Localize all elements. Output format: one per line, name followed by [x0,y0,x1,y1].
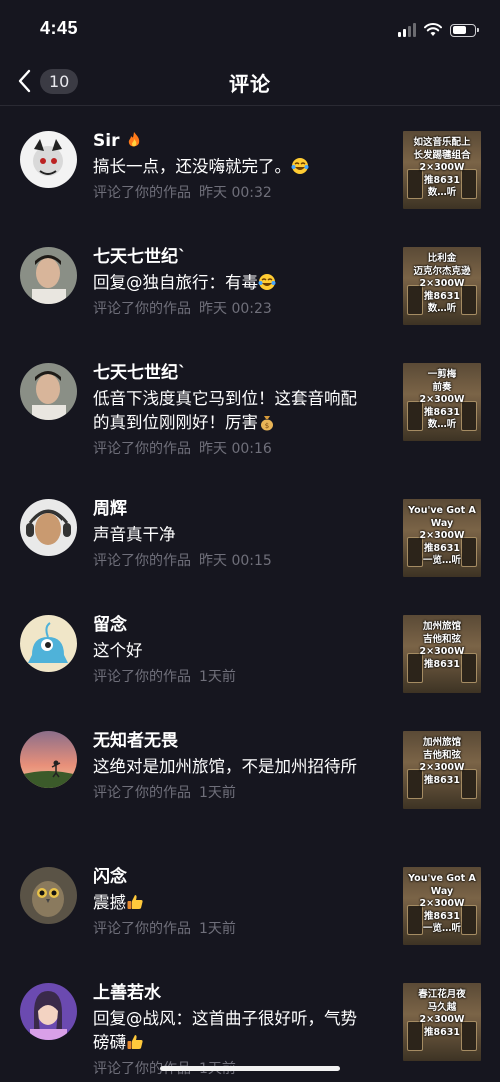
laugh-tears-icon [291,158,309,174]
comment-text: 低音下浅度真它马到位！这套音响配的真到位刚刚好！厉害 $ [93,389,357,432]
video-thumbnail[interactable]: 加州旅馆 吉他和弦 2×300W 推8631 [403,731,481,809]
comment-text: 搞长一点，还没嗨就完了。 [93,155,365,179]
username[interactable]: 七天七世纪` [93,361,365,385]
username[interactable]: 无知者无畏 [93,729,365,753]
comment-list: Sir 搞长一点，还没嗨就完了。 评论了你的作品 昨天 00:32 如这音乐配上 … [0,107,500,1082]
username[interactable]: 留念 [93,613,365,637]
list-item[interactable]: 周辉 声音真干净 评论了你的作品 昨天 00:15 You've Got A Wa… [0,475,500,591]
comment-meta: 评论了你的作品1天前 [93,785,236,801]
status-bar: 4:45 [0,0,500,56]
username[interactable]: Sir [93,129,365,153]
avatar[interactable] [20,131,77,188]
username[interactable]: 闪念 [93,865,365,889]
video-thumbnail[interactable]: You've Got A Way 2×300W 推8631 一览…听 [403,499,481,577]
comment-text: 回复@战风：这首曲子很好听，气势磅礴 [93,1009,357,1052]
money-bag-icon: $ [261,416,273,431]
video-thumbnail[interactable]: 加州旅馆 吉他和弦 2×300W 推8631 [403,615,481,693]
video-thumbnail[interactable]: 如这音乐配上 长发踢毽组合 2×300W 推8631 数…听 [403,131,481,209]
list-item[interactable]: 无知者无畏 这绝对是加州旅馆，不是加州招待所 评论了你的作品 1天前 加州旅馆 吉… [0,707,500,843]
comment-meta: 评论了你的作品 昨天 00:32 [93,185,272,201]
page-title: 评论 [229,72,271,96]
avatar[interactable] [20,247,77,304]
list-item[interactable]: 上善若水 回复@战风：这首曲子很好听，气势磅礴 评论了你的作品1天前 春江花月夜… [0,959,500,1082]
fire-icon [129,132,140,147]
avatar[interactable] [20,499,77,556]
comment-meta: 评论了你的作品 昨天 00:15 [93,553,272,569]
avatar[interactable] [20,983,77,1040]
list-item[interactable]: 留念 这个好 评论了你的作品 1天前 加州旅馆 吉他和弦 2×300W 推8631 [0,591,500,707]
cellular-signal-icon [398,23,416,37]
comment-text: 声音真干净 [93,525,176,544]
comment-meta: 评论了你的作品1天前 [93,669,236,685]
svg-text:$: $ [265,422,269,430]
list-item[interactable]: 闪念 震撼 评论了你的作品 1天前 You've Got A Way 2×300W… [0,843,500,959]
avatar[interactable] [20,615,77,672]
video-thumbnail[interactable]: 一剪梅 前奏 2×300W 推8631 数…听 [403,363,481,441]
comment-text: 这个好 [93,641,143,660]
status-time: 4:45 [40,18,79,38]
laugh-tears-icon [258,274,276,290]
comment-text: 震撼 [93,891,365,915]
username[interactable]: 七天七世纪` [93,245,365,269]
list-item[interactable]: Sir 搞长一点，还没嗨就完了。 评论了你的作品 昨天 00:32 如这音乐配上 … [0,107,500,223]
video-thumbnail[interactable]: 比利金 迈克尔杰克逊 2×300W 推8631 数…听 [403,247,481,325]
list-item[interactable]: 七天七世纪` 回复@独自旅行：有毒 评论了你的作品 昨天 00:23 比利金 迈克… [0,223,500,339]
username[interactable]: 上善若水 [93,981,365,1005]
home-indicator[interactable] [160,1066,340,1071]
comment-meta: 评论了你的作品 昨天 00:16 [93,441,272,457]
wifi-icon [424,23,442,36]
thumbs-up-icon [127,1035,143,1049]
battery-icon [450,23,479,37]
comment-text: 这绝对是加州旅馆，不是加州招待所 [93,757,357,776]
avatar[interactable] [20,363,77,420]
thumbs-up-icon [127,895,143,909]
list-item[interactable]: 七天七世纪` 低音下浅度真它马到位！这套音响配的真到位刚刚好！厉害 $ 评论了你的… [0,339,500,475]
username[interactable]: 周辉 [93,497,365,521]
video-thumbnail[interactable]: 春江花月夜 马久越 2×300W 推8631 [403,983,481,1061]
comment-text: 回复@独自旅行：有毒 [93,271,365,295]
avatar[interactable] [20,731,77,788]
comment-meta: 评论了你的作品 昨天 00:23 [93,301,272,317]
avatar[interactable] [20,867,77,924]
nav-bar: 10 评论 [0,56,500,106]
status-icons [398,20,479,40]
video-thumbnail[interactable]: You've Got A Way 2×300W 推8631 一览…听 [403,867,481,945]
comment-meta: 评论了你的作品1天前 [93,921,236,937]
